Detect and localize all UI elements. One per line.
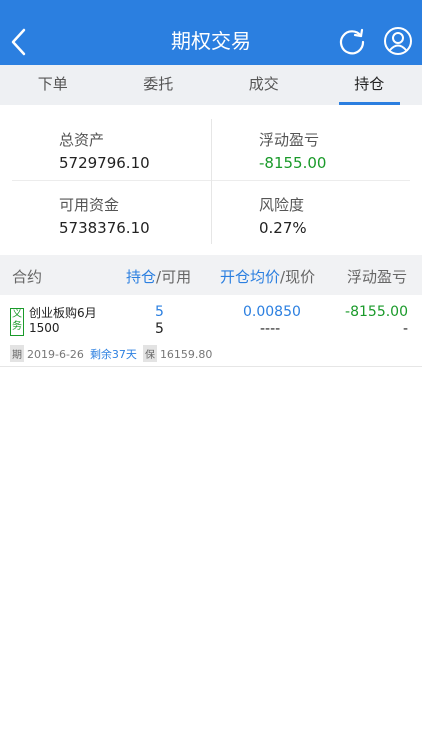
contract-name-line1: 创业板购6月 xyxy=(29,306,97,320)
top-bar: 期权交易 xyxy=(0,0,422,65)
risk-label: 风险度 xyxy=(259,196,305,214)
header-position: 持仓 xyxy=(126,268,157,286)
days-remaining: 剩余37天 xyxy=(89,348,137,361)
contract-name-line2: 1500 xyxy=(29,321,60,335)
total-assets-label: 总资产 xyxy=(59,131,105,149)
available-qty: 5 xyxy=(155,321,164,337)
available-funds-label: 可用资金 xyxy=(59,196,120,214)
position-qty: 5 xyxy=(155,304,164,320)
refresh-icon[interactable] xyxy=(338,27,366,55)
obligation-tag: 义务 xyxy=(10,308,24,336)
header-open-avg-current[interactable]: 开仓均价/现价 xyxy=(220,266,315,287)
tab-order[interactable]: 下单 xyxy=(0,65,106,105)
header-position-available[interactable]: 持仓/可用 xyxy=(126,266,191,287)
position-list-header: 合约 持仓/可用 开仓均价/现价 浮动盈亏 xyxy=(0,255,422,295)
margin-value: 16159.80 xyxy=(159,348,213,361)
tab-bar: 下单 委托 成交 持仓 xyxy=(0,65,422,105)
header-open-avg: 开仓均价 xyxy=(220,268,281,286)
period-badge: 期 xyxy=(10,345,24,362)
margin-badge: 保 xyxy=(142,345,157,362)
header-available: /可用 xyxy=(156,268,192,286)
available-funds-value: 5738376.10 xyxy=(59,219,150,237)
tab-entrust[interactable]: 委托 xyxy=(106,65,212,105)
header-contract: 合约 xyxy=(12,268,43,286)
expiry-date: 2019-6-26 xyxy=(27,348,84,361)
row-meta: 期 2019-6-26 剩余37天保 16159.80 xyxy=(10,345,212,362)
divider xyxy=(211,119,212,244)
header-floating-pl[interactable]: 浮动盈亏 xyxy=(347,266,407,287)
risk-value: 0.27% xyxy=(259,219,307,237)
row-floating-pl: -8155.00 xyxy=(345,304,408,320)
floating-pl: 浮动盈亏 -8155.00 xyxy=(259,129,326,172)
table-row[interactable]: 义务 创业板购6月 1500 5 5 0.00850 ---- -8155.00… xyxy=(0,296,422,367)
floating-pl-value: -8155.00 xyxy=(259,154,327,172)
total-assets-value: 5729796.10 xyxy=(59,154,150,172)
current-price: ---- xyxy=(260,321,281,337)
risk-degree: 风险度 0.27% xyxy=(259,194,307,237)
row-floating-pl-2: - xyxy=(402,321,408,337)
open-avg-price: 0.00850 xyxy=(243,304,301,320)
floating-pl-label: 浮动盈亏 xyxy=(259,131,320,149)
contract-name: 创业板购6月 1500 xyxy=(29,306,97,336)
tab-position[interactable]: 持仓 xyxy=(317,65,422,105)
total-assets: 总资产 5729796.10 xyxy=(59,129,150,172)
header-current-price: /现价 xyxy=(280,268,316,286)
tab-deal[interactable]: 成交 xyxy=(211,65,317,105)
available-funds: 可用资金 5738376.10 xyxy=(59,194,150,237)
account-summary: 总资产 5729796.10 浮动盈亏 -8155.00 可用资金 573837… xyxy=(0,105,422,255)
user-icon[interactable] xyxy=(383,26,413,56)
